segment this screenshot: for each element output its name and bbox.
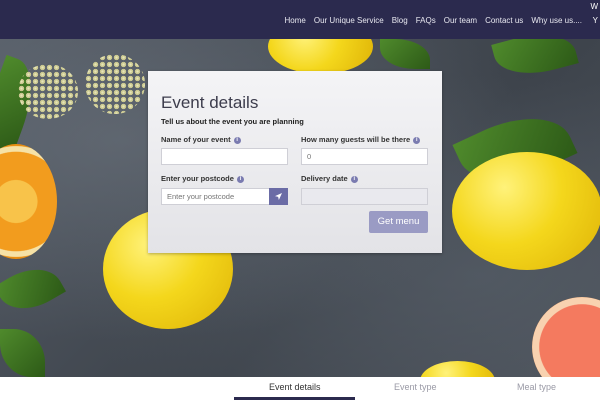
form-subtitle: Tell us about the event you are planning [161, 117, 304, 126]
postcode-input[interactable] [161, 188, 270, 205]
nav-our-unique-service[interactable]: Our Unique Service [314, 16, 384, 25]
guests-label: How many guests will be there i [301, 135, 421, 144]
leaf-image [0, 256, 66, 322]
delivery-date-label: Delivery date i [301, 174, 358, 183]
lemon-image [420, 361, 495, 377]
info-icon[interactable]: i [413, 136, 421, 144]
nav-why-use-us[interactable]: Why use us.... [531, 16, 582, 25]
event-name-label-text: Name of your event [161, 135, 231, 144]
event-name-label: Name of your event i [161, 135, 241, 144]
info-icon[interactable]: i [350, 175, 358, 183]
delivery-date-input[interactable] [301, 188, 428, 205]
location-arrow-icon [275, 193, 282, 201]
info-icon[interactable]: i [233, 136, 241, 144]
delivery-date-label-text: Delivery date [301, 174, 348, 183]
nav-menu: Home Our Unique Service Blog FAQs Our te… [285, 16, 582, 25]
nav-blog[interactable]: Blog [392, 16, 408, 25]
get-menu-button[interactable]: Get menu [369, 211, 428, 233]
info-icon[interactable]: i [236, 175, 244, 183]
lemon-image [268, 39, 373, 74]
grapefruit-image [532, 297, 600, 377]
guests-input[interactable] [301, 148, 428, 165]
nav-edge-text-bottom: Y [592, 16, 598, 25]
tab-meal-type[interactable]: Meal type [517, 382, 556, 392]
step-tabs: Event details Event type Meal type [0, 377, 600, 400]
leaf-image [0, 329, 45, 377]
tab-event-details[interactable]: Event details [269, 382, 321, 392]
postcode-label: Enter your postcode i [161, 174, 244, 183]
elderflower-image [18, 64, 78, 119]
nav-faqs[interactable]: FAQs [416, 16, 436, 25]
guests-label-text: How many guests will be there [301, 135, 411, 144]
nav-home[interactable]: Home [285, 16, 306, 25]
nav-our-team[interactable]: Our team [444, 16, 477, 25]
orange-half-image [0, 144, 57, 259]
event-name-input[interactable] [161, 148, 288, 165]
postcode-label-text: Enter your postcode [161, 174, 234, 183]
locate-button[interactable] [269, 188, 288, 205]
leaf-image [491, 39, 579, 84]
nav-edge-text-top: W [590, 2, 598, 11]
lemon-image [452, 152, 600, 270]
leaf-image [380, 39, 430, 69]
top-navigation: W Y Home Our Unique Service Blog FAQs Ou… [0, 0, 600, 39]
nav-contact-us[interactable]: Contact us [485, 16, 523, 25]
form-title: Event details [161, 93, 259, 112]
elderflower-image [85, 54, 145, 114]
tab-event-type[interactable]: Event type [394, 382, 437, 392]
